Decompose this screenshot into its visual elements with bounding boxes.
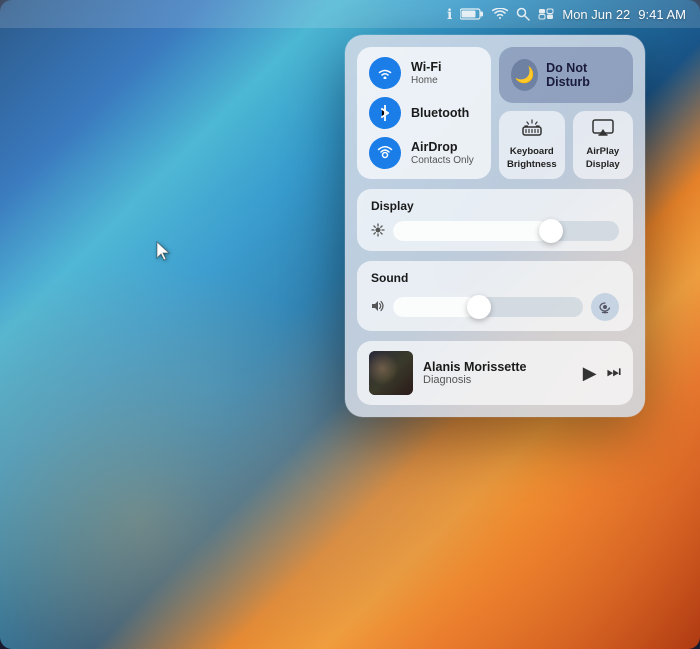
bluetooth-item[interactable]: Bluetooth bbox=[369, 97, 479, 129]
control-center-panel: Wi-Fi Home Bluetooth bbox=[345, 35, 645, 417]
volume-icon bbox=[371, 300, 385, 315]
album-art bbox=[369, 351, 413, 395]
brightness-slider[interactable] bbox=[393, 221, 619, 241]
now-playing-panel: Alanis Morissette Diagnosis ▶ ⏭ bbox=[357, 341, 633, 405]
track-title: Diagnosis bbox=[423, 374, 573, 386]
airplay-display-label: AirPlay Display bbox=[581, 146, 625, 171]
keyboard-brightness-icon bbox=[521, 119, 543, 142]
control-center-icon[interactable] bbox=[538, 8, 554, 20]
airdrop-title: AirDrop bbox=[411, 140, 474, 155]
search-menubar-icon[interactable] bbox=[516, 7, 530, 21]
airplay-panel[interactable]: AirPlay Display bbox=[573, 111, 633, 179]
airplay-display-icon bbox=[592, 119, 614, 142]
sound-output-icon[interactable] bbox=[591, 293, 619, 321]
wifi-text: Wi-Fi Home bbox=[411, 60, 441, 87]
do-not-disturb-panel[interactable]: 🌙 Do Not Disturb bbox=[499, 47, 633, 103]
wifi-icon bbox=[369, 57, 401, 89]
play-button[interactable]: ▶ bbox=[583, 363, 597, 384]
track-info: Alanis Morissette Diagnosis bbox=[423, 360, 573, 386]
menubar-date: Mon Jun 22 bbox=[562, 7, 630, 22]
moon-icon: 🌙 bbox=[511, 59, 538, 91]
bluetooth-text: Bluetooth bbox=[411, 106, 469, 121]
keyboard-brightness-label: Keyboard Brightness bbox=[507, 146, 557, 171]
wifi-title: Wi-Fi bbox=[411, 60, 441, 75]
airdrop-subtitle: Contacts Only bbox=[411, 155, 474, 167]
menubar-time: 9:41 AM bbox=[638, 7, 686, 22]
skip-button[interactable]: ⏭ bbox=[607, 364, 621, 382]
airdrop-icon bbox=[369, 137, 401, 169]
track-artist: Alanis Morissette bbox=[423, 360, 573, 374]
display-section: Display bbox=[357, 189, 633, 251]
bluetooth-title: Bluetooth bbox=[411, 106, 469, 121]
battery-icon[interactable] bbox=[460, 8, 484, 20]
connectivity-panel: Wi-Fi Home Bluetooth bbox=[357, 47, 491, 179]
playback-controls: ▶ ⏭ bbox=[583, 363, 621, 384]
airdrop-text: AirDrop Contacts Only bbox=[411, 140, 474, 167]
bluetooth-icon bbox=[369, 97, 401, 129]
keyboard-brightness-panel[interactable]: Keyboard Brightness bbox=[499, 111, 565, 179]
brightness-slider-row bbox=[371, 221, 619, 241]
small-panels: Keyboard Brightness AirPlay Display bbox=[499, 111, 633, 179]
right-panels: 🌙 Do Not Disturb bbox=[499, 47, 633, 179]
sound-label: Sound bbox=[371, 271, 619, 285]
top-section: Wi-Fi Home Bluetooth bbox=[357, 47, 633, 179]
info-icon[interactable]: ℹ bbox=[447, 6, 452, 23]
dnd-label: Do Not Disturb bbox=[546, 61, 621, 89]
display-label: Display bbox=[371, 199, 619, 213]
airdrop-item[interactable]: AirDrop Contacts Only bbox=[369, 137, 479, 169]
volume-slider-row bbox=[371, 293, 619, 321]
wifi-menubar-icon[interactable] bbox=[492, 8, 508, 20]
brightness-icon bbox=[371, 223, 385, 240]
wifi-item[interactable]: Wi-Fi Home bbox=[369, 57, 479, 89]
volume-slider[interactable] bbox=[393, 297, 583, 317]
wifi-subtitle: Home bbox=[411, 75, 441, 87]
menubar: ℹ bbox=[0, 0, 700, 28]
sound-section: Sound bbox=[357, 261, 633, 331]
